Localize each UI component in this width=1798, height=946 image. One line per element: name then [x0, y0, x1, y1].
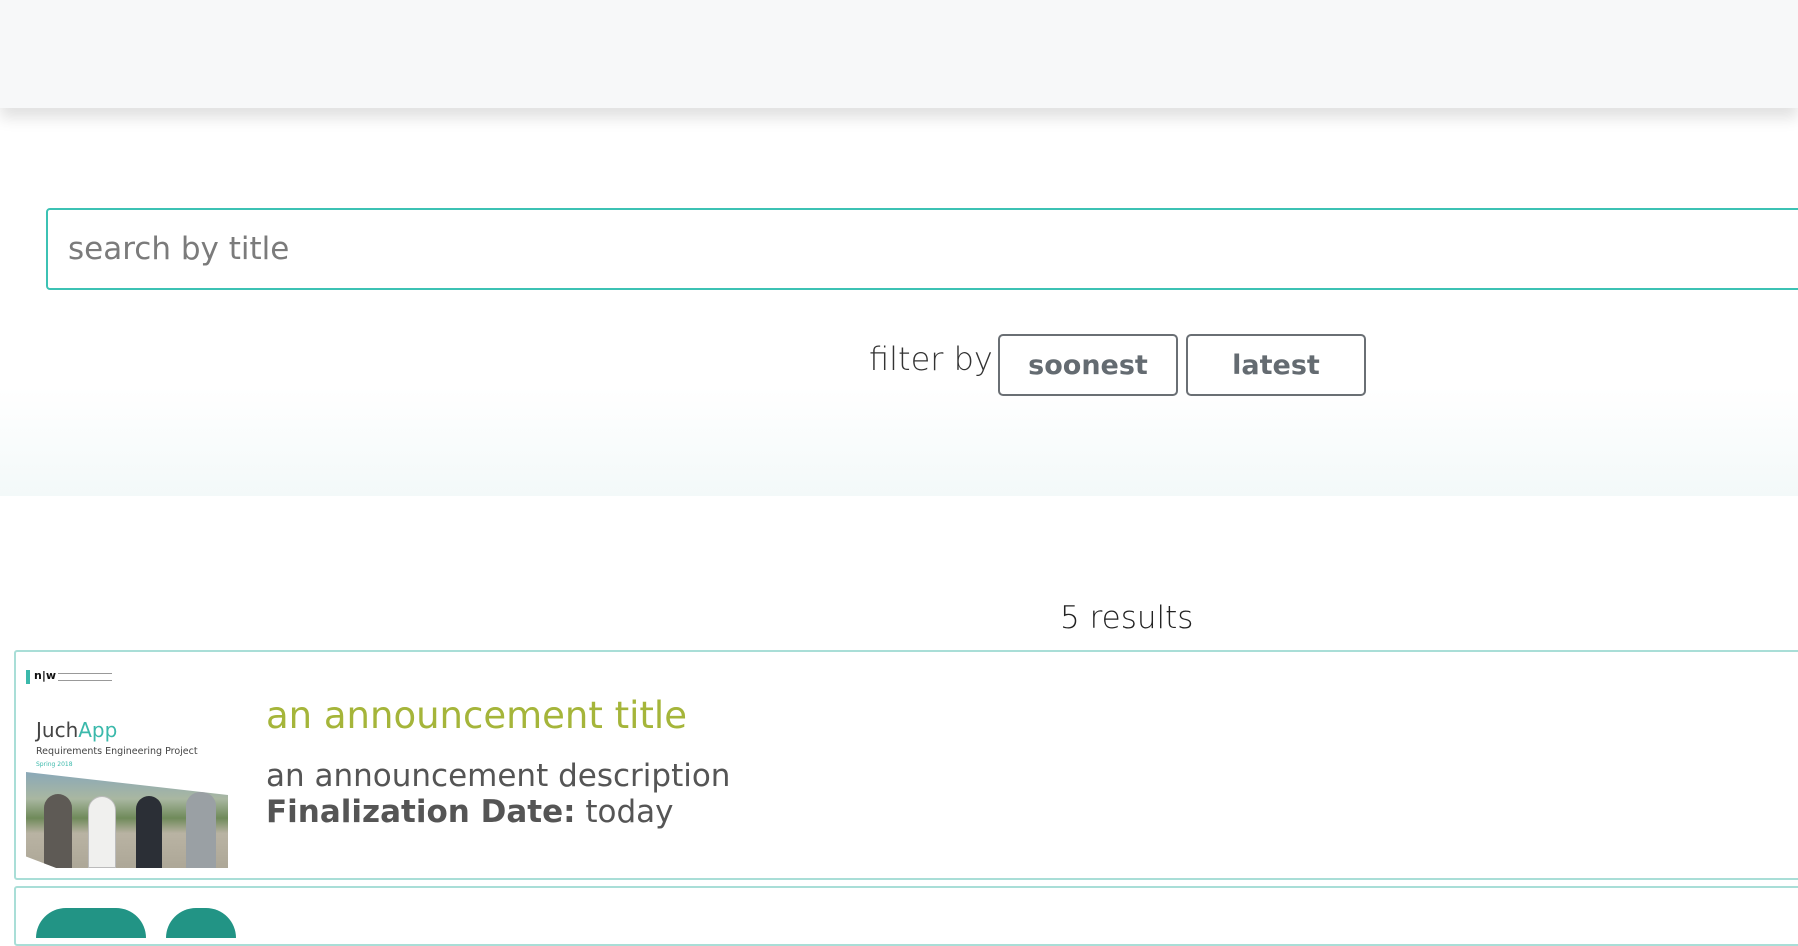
thumbnail-shape: [166, 908, 236, 938]
institution-logo: n|w: [34, 669, 57, 682]
announcement-card[interactable]: n|w JuchApp Requirements Engineering Pro…: [14, 650, 1798, 880]
filter-soonest-button[interactable]: soonest: [998, 334, 1178, 396]
search-input[interactable]: [46, 208, 1798, 290]
filter-latest-button[interactable]: latest: [1186, 334, 1366, 396]
announcement-title[interactable]: an announcement title: [266, 694, 687, 737]
photo-person: [88, 796, 116, 868]
announcement-card-partial[interactable]: [14, 886, 1798, 946]
thumbnail-accent-bar: [26, 670, 30, 684]
thumbnail-subtitle: Requirements Engineering Project: [36, 746, 198, 757]
search-section: [0, 108, 1798, 496]
thumbnail-term: Spring 2018: [36, 761, 73, 768]
finalization-date-value: today: [585, 794, 674, 830]
app-name-prefix: Juch: [36, 718, 79, 742]
announcement-thumbnail: n|w JuchApp Requirements Engineering Pro…: [26, 664, 228, 868]
announcement-finalization-date: Finalization Date: today: [266, 794, 674, 830]
finalization-date-label: Finalization Date:: [266, 794, 576, 830]
thumbnail-shape: [36, 908, 146, 938]
thumbnail-header-lines: [58, 673, 112, 681]
photo-person: [44, 794, 72, 868]
announcement-description: an announcement description: [266, 758, 731, 794]
filter-label: filter by: [869, 340, 993, 378]
photo-person: [186, 792, 216, 868]
photo-person: [136, 796, 162, 868]
results-count: 5 results: [1060, 600, 1194, 636]
team-photo: [26, 772, 228, 868]
top-navbar: [0, 0, 1798, 108]
thumbnail-app-name: JuchApp: [36, 718, 117, 742]
app-name-accent: App: [78, 718, 118, 742]
